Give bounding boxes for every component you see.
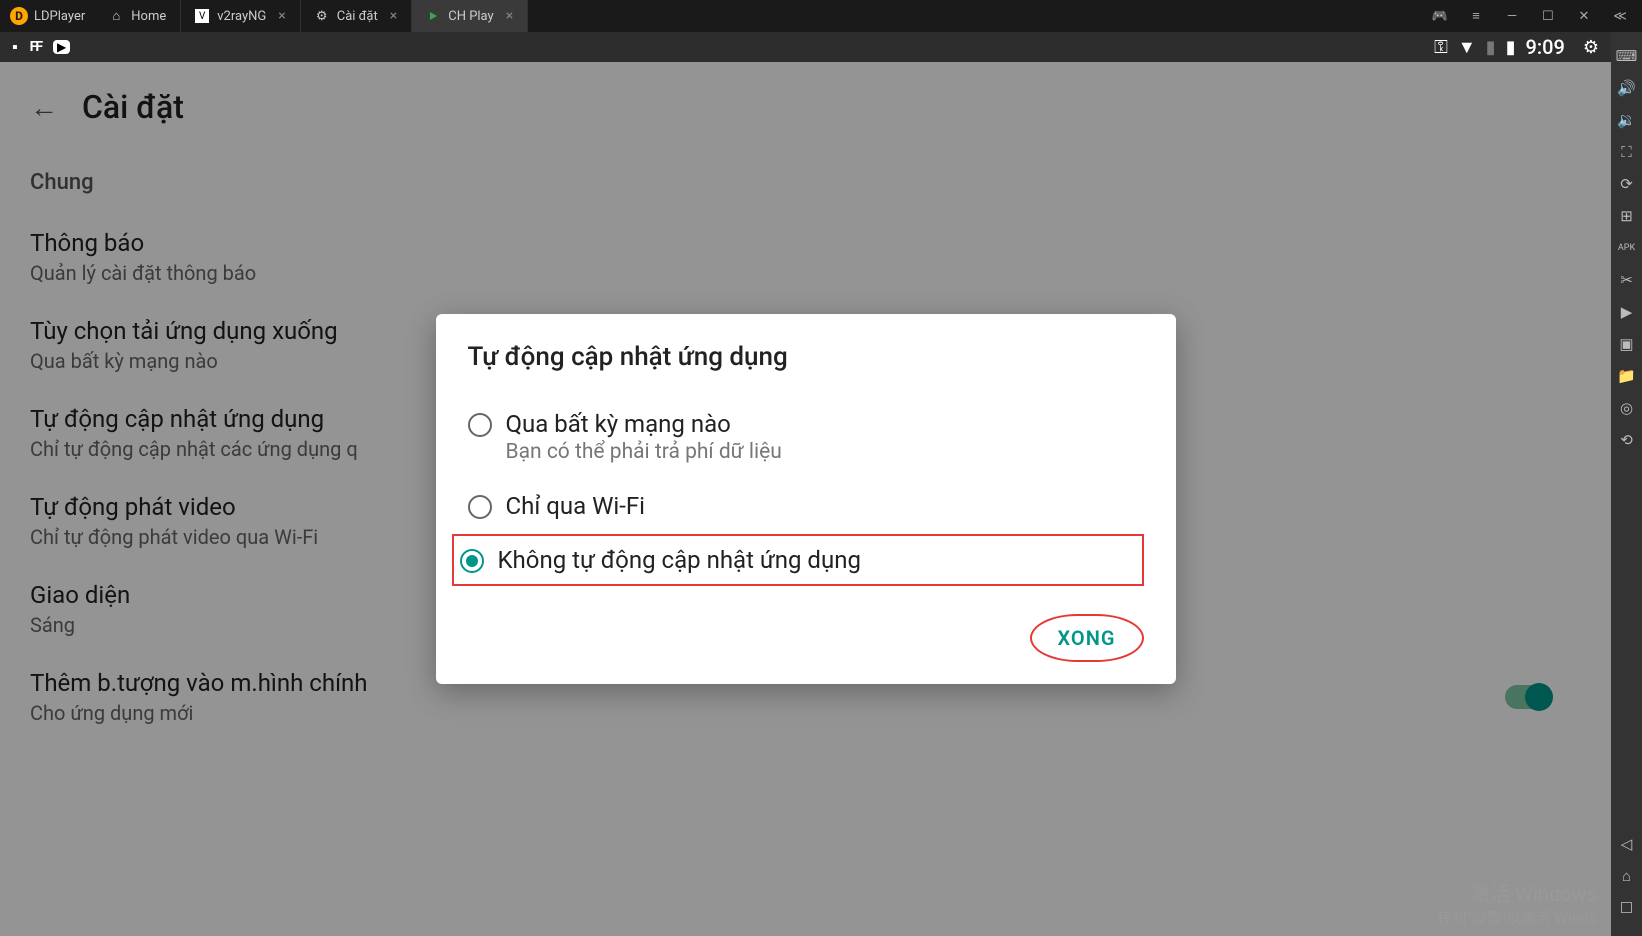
radio-no-auto-update[interactable]: Không tự động cập nhật ứng dụng — [452, 534, 1144, 586]
menu-icon[interactable]: ≡ — [1464, 4, 1488, 28]
gamepad-icon[interactable]: 🎮 — [1428, 4, 1452, 28]
tab-label: Home — [131, 9, 166, 24]
volume-up-icon[interactable]: 🔊 — [1611, 74, 1642, 102]
android-statusbar: ▪ FF ▶ ⚿ ▼ ▮ ▮ 9:09 ⚙ — [0, 32, 1611, 62]
tab-label: CH Play — [448, 9, 493, 24]
minimize-icon[interactable]: — — [1500, 4, 1524, 28]
auto-update-dialog: Tự động cập nhật ứng dụng Qua bất kỳ mạn… — [436, 314, 1176, 684]
apk-icon[interactable]: APK — [1611, 234, 1642, 262]
titlebar: D LDPlayer ⌂ Home V v2rayNG × ⚙ Cài đặt … — [0, 0, 1642, 32]
back-nav-icon[interactable]: ◁ — [1611, 830, 1642, 858]
dialog-layer: Tự động cập nhật ứng dụng Qua bất kỳ mạn… — [0, 62, 1611, 936]
recent-nav-icon[interactable]: ☐ — [1611, 894, 1642, 922]
youtube-icon: ▶ — [53, 40, 70, 54]
tab-v2rayng[interactable]: V v2rayNG × — [181, 0, 301, 32]
tab-home[interactable]: ⌂ Home — [95, 0, 181, 32]
v2ray-icon: V — [195, 9, 209, 23]
radio-label: Qua bất kỳ mạng nào — [506, 410, 782, 438]
tab-chplay[interactable]: CH Play × — [412, 0, 528, 32]
tab-bar: ⌂ Home V v2rayNG × ⚙ Cài đặt × CH Play × — [95, 0, 528, 32]
maximize-icon[interactable]: ☐ — [1536, 4, 1560, 28]
folder-icon[interactable]: 📁 — [1611, 362, 1642, 390]
tab-label: v2rayNG — [217, 9, 266, 24]
gear-icon: ⚙ — [315, 9, 329, 23]
radio-sublabel: Bạn có thể phải trả phí dữ liệu — [506, 440, 782, 464]
fullscreen-icon[interactable]: ⛶ — [1611, 138, 1642, 166]
ldplayer-icon: D — [10, 7, 28, 25]
clock: 9:09 — [1525, 35, 1564, 59]
add-icon[interactable]: ⊞ — [1611, 202, 1642, 230]
close-icon[interactable]: × — [278, 8, 285, 24]
sync-icon[interactable]: ⟳ — [1611, 170, 1642, 198]
volume-down-icon[interactable]: 🔉 — [1611, 106, 1642, 134]
chat-icon: ▪ — [12, 37, 18, 57]
radio-any-network[interactable]: Qua bất kỳ mạng nào Bạn có thể phải trả … — [468, 396, 1144, 478]
screenshot-icon[interactable]: ▣ — [1611, 330, 1642, 358]
record-icon[interactable]: ▶ — [1611, 298, 1642, 326]
emulator-toolbar: ⌨ 🔊 🔉 ⛶ ⟳ ⊞ APK ✂ ▶ ▣ 📁 ◎ ⟲ ◁ ⌂ ☐ — [1611, 32, 1642, 936]
radio-icon — [468, 495, 492, 519]
radio-label: Không tự động cập nhật ứng dụng — [498, 546, 861, 574]
done-button[interactable]: XONG — [1030, 614, 1144, 662]
dialog-title: Tự động cập nhật ứng dụng — [468, 342, 1144, 372]
home-icon: ⌂ — [109, 9, 123, 23]
titlebar-controls: 🎮 ≡ — ☐ ✕ ≪ — [1418, 4, 1642, 28]
wifi-icon: ▼ — [1458, 37, 1476, 58]
signal-icon: ▮ — [1486, 37, 1496, 58]
close-window-icon[interactable]: ✕ — [1572, 4, 1596, 28]
battery-icon: ▮ — [1506, 37, 1516, 58]
home-nav-icon[interactable]: ⌂ — [1611, 862, 1642, 890]
close-icon[interactable]: × — [506, 8, 513, 24]
app-logo: D LDPlayer — [0, 7, 95, 25]
key-icon: ⚿ — [1434, 37, 1448, 58]
play-icon — [426, 9, 440, 23]
radio-icon — [468, 413, 492, 437]
emulator-viewport: ▪ FF ▶ ⚿ ▼ ▮ ▮ 9:09 ⚙ ← Cài đặt Chung Th… — [0, 32, 1611, 936]
location-icon[interactable]: ◎ — [1611, 394, 1642, 422]
settings-gear-icon[interactable]: ⚙ — [1583, 37, 1599, 58]
scissors-icon[interactable]: ✂ — [1611, 266, 1642, 294]
rotate-icon[interactable]: ⟲ — [1611, 426, 1642, 454]
app-name: LDPlayer — [34, 9, 85, 24]
close-icon[interactable]: × — [390, 8, 397, 24]
radio-label: Chỉ qua Wi-Fi — [506, 492, 645, 520]
tab-caidat[interactable]: ⚙ Cài đặt × — [301, 0, 413, 32]
radio-icon-selected — [460, 549, 484, 573]
radio-wifi-only[interactable]: Chỉ qua Wi-Fi — [468, 478, 1144, 534]
expand-icon[interactable]: ≪ — [1608, 4, 1632, 28]
tab-label: Cài đặt — [337, 9, 378, 24]
ff-icon: FF — [30, 39, 41, 55]
keyboard-icon[interactable]: ⌨ — [1611, 42, 1642, 70]
